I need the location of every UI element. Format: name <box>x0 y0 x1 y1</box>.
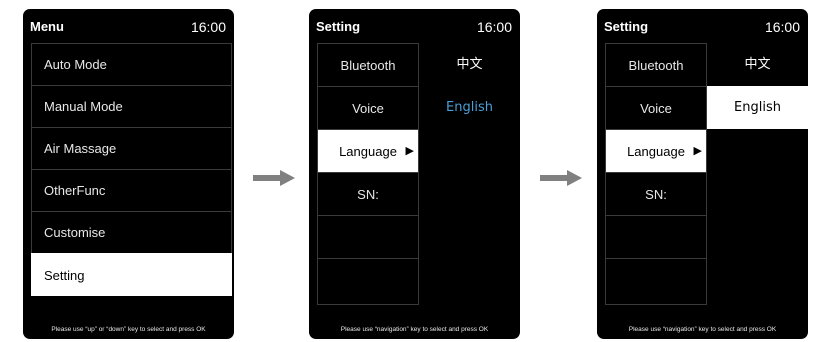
menu-item-customise[interactable]: Customise <box>31 211 232 253</box>
setting-item-label: Voice <box>640 101 672 116</box>
screen-title: Setting <box>604 19 649 34</box>
language-option-english[interactable]: English <box>707 86 808 129</box>
language-option-english[interactable]: English <box>419 86 520 129</box>
setting-item-voice[interactable]: Voice <box>318 87 418 130</box>
footer-hint: Please use “up” or “down” key to select … <box>51 326 206 333</box>
setting-item-sn[interactable]: SN: <box>606 173 706 216</box>
screen-header: Menu 16:00 <box>23 9 234 43</box>
menu-item-auto-mode[interactable]: Auto Mode <box>31 43 232 85</box>
screen-title: Menu <box>30 19 64 34</box>
menu-screen: Menu 16:00 Auto Mode Manual Mode Air Mas… <box>23 9 234 339</box>
setting-item-empty <box>606 216 706 259</box>
language-options: 中文 English <box>707 43 808 129</box>
setting-item-empty <box>606 259 706 302</box>
setting-item-label: Voice <box>352 101 384 116</box>
clock: 16:00 <box>190 19 226 35</box>
footer-hint: Please use “navigation” key to select an… <box>340 326 489 333</box>
setting-item-label: Bluetooth <box>628 58 684 73</box>
right-arrow-icon <box>253 170 295 186</box>
setting-item-language[interactable]: Language ▶ <box>606 130 706 173</box>
screen-header: Setting 16:00 <box>597 9 808 43</box>
setting-item-label: SN: <box>645 187 667 202</box>
pointer-icon: ▶ <box>693 145 702 157</box>
language-option-chinese[interactable]: 中文 <box>419 43 520 86</box>
screen-title: Setting <box>316 19 361 34</box>
pointer-icon: ▶ <box>405 145 414 157</box>
menu-list: Auto Mode Manual Mode Air Massage OtherF… <box>31 43 232 296</box>
setting-item-voice[interactable]: Voice <box>606 87 706 130</box>
setting-screen-highlighted: Setting 16:00 Bluetooth Voice Language ▶ … <box>309 9 520 339</box>
setting-item-bluetooth[interactable]: Bluetooth <box>606 44 706 87</box>
setting-item-label: Language <box>339 144 397 159</box>
language-option-chinese[interactable]: 中文 <box>707 43 808 86</box>
setting-list: Bluetooth Voice Language ▶ SN: <box>317 43 419 305</box>
screen-header: Setting 16:00 <box>309 9 520 43</box>
clock: 16:00 <box>476 19 512 35</box>
setting-screen-selected: Setting 16:00 Bluetooth Voice Language ▶ … <box>597 9 808 339</box>
clock: 16:00 <box>764 19 800 35</box>
setting-item-empty <box>318 216 418 259</box>
setting-item-label: Language <box>627 144 685 159</box>
setting-item-language[interactable]: Language ▶ <box>318 130 418 173</box>
menu-item-manual-mode[interactable]: Manual Mode <box>31 85 232 127</box>
setting-item-label: Bluetooth <box>340 58 396 73</box>
setting-list: Bluetooth Voice Language ▶ SN: <box>605 43 707 305</box>
right-arrow-icon <box>540 170 582 186</box>
setting-item-sn[interactable]: SN: <box>318 173 418 216</box>
menu-item-otherfunc[interactable]: OtherFunc <box>31 169 232 211</box>
footer-hint: Please use “navigation” key to select an… <box>628 326 777 333</box>
setting-item-label: SN: <box>357 187 379 202</box>
setting-item-bluetooth[interactable]: Bluetooth <box>318 44 418 87</box>
setting-item-empty <box>318 259 418 302</box>
language-options: 中文 English <box>419 43 520 129</box>
menu-item-air-massage[interactable]: Air Massage <box>31 127 232 169</box>
menu-item-setting[interactable]: Setting <box>31 253 232 296</box>
